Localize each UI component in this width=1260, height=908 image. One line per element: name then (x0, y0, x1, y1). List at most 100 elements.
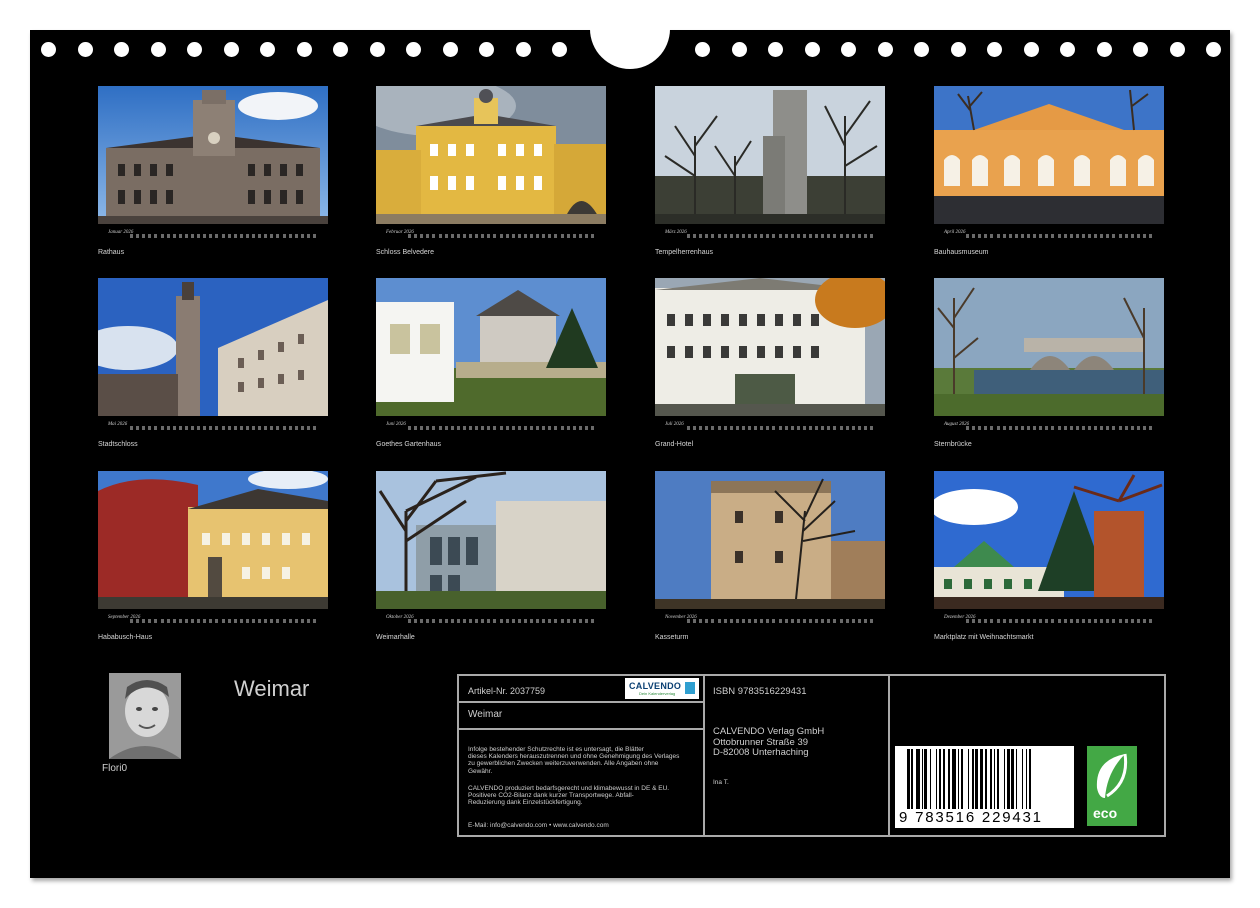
photo-caption: Tempelherrenhaus (655, 249, 713, 256)
barcode-bar (985, 749, 987, 809)
barcode-bar (930, 749, 932, 809)
day-mark (857, 234, 861, 238)
day-mark (1014, 619, 1018, 623)
day-row (130, 619, 320, 625)
day-mark (1100, 619, 1104, 623)
day-mark (178, 426, 182, 430)
day-mark (723, 426, 727, 430)
day-mark (1045, 619, 1049, 623)
binding-hole (77, 42, 93, 57)
day-mark (591, 619, 594, 623)
day-mark (1094, 234, 1098, 238)
day-mark (827, 619, 831, 623)
day-mark (313, 426, 316, 430)
day-mark (475, 234, 479, 238)
day-mark (839, 619, 843, 623)
day-mark (264, 426, 268, 430)
day-mark (438, 619, 442, 623)
day-mark (276, 234, 280, 238)
month-photo-march (655, 86, 885, 224)
day-mark (245, 426, 249, 430)
day-mark (778, 234, 782, 238)
day-mark (729, 619, 733, 623)
day-mark (1057, 426, 1061, 430)
day-mark (748, 426, 751, 430)
day-mark (827, 234, 831, 238)
day-mark (591, 426, 594, 430)
day-mark (414, 426, 418, 430)
month-label: Juni 2026 (386, 422, 406, 427)
day-mark (517, 234, 521, 238)
binding-hole (804, 42, 820, 57)
day-mark (258, 619, 262, 623)
month-photo-november (655, 471, 885, 609)
day-mark (487, 426, 491, 430)
contact-line: E-Mail: info@calvendo.com • www.calvendo… (468, 822, 609, 829)
barcode-bar (1004, 749, 1006, 809)
day-mark (809, 234, 812, 238)
day-mark (729, 234, 733, 238)
binding-hole (552, 42, 567, 57)
day-mark (578, 619, 582, 623)
day-mark (487, 619, 491, 623)
month-label: Juli 2026 (665, 422, 684, 427)
day-mark (1124, 426, 1128, 430)
day-mark (414, 619, 418, 623)
day-mark (687, 426, 690, 430)
day-mark (499, 426, 503, 430)
day-mark (197, 619, 201, 623)
day-mark (215, 234, 219, 238)
day-mark (203, 619, 207, 623)
day-mark (741, 234, 745, 238)
day-mark (264, 234, 268, 238)
day-mark (1002, 426, 1006, 430)
day-mark (760, 619, 764, 623)
day-mark (1057, 234, 1061, 238)
day-mark (252, 234, 255, 238)
barcode-bar (1021, 749, 1023, 809)
day-mark (282, 619, 286, 623)
day-mark (542, 619, 546, 623)
day-mark (990, 619, 994, 623)
day-mark (754, 234, 758, 238)
day-mark (444, 426, 448, 430)
day-mark (233, 619, 237, 623)
day-mark (1039, 619, 1043, 623)
day-mark (166, 234, 170, 238)
day-mark (554, 426, 558, 430)
day-mark (294, 426, 298, 430)
photo-caption: Schloss Belvedere (376, 249, 434, 256)
day-mark (306, 426, 310, 430)
day-mark (142, 619, 146, 623)
day-mark (972, 426, 976, 430)
day-mark (432, 619, 436, 623)
day-mark (166, 426, 170, 430)
day-mark (505, 619, 509, 623)
day-mark (717, 234, 721, 238)
day-mark (191, 234, 194, 238)
binding-hole (1096, 42, 1112, 57)
day-mark (154, 619, 158, 623)
day-mark (239, 619, 243, 623)
day-mark (1088, 426, 1091, 430)
binding-hole (1060, 42, 1075, 57)
day-mark (136, 426, 140, 430)
binding-hole (114, 42, 129, 57)
day-mark (252, 426, 255, 430)
binding-hole (333, 42, 348, 57)
day-row (687, 619, 877, 625)
day-mark (802, 619, 806, 623)
barcode-bar (936, 749, 938, 809)
day-mark (790, 619, 794, 623)
day-mark (469, 426, 472, 430)
day-mark (536, 426, 540, 430)
barcode-bar (951, 749, 956, 809)
binding-hole (187, 42, 202, 57)
day-mark (1130, 619, 1134, 623)
day-mark (693, 619, 697, 623)
day-mark (1100, 426, 1104, 430)
barcode-bar (967, 749, 970, 809)
day-mark (227, 619, 231, 623)
photo-caption: Sternbrücke (934, 441, 972, 448)
photo-caption: Rathaus (98, 249, 125, 256)
